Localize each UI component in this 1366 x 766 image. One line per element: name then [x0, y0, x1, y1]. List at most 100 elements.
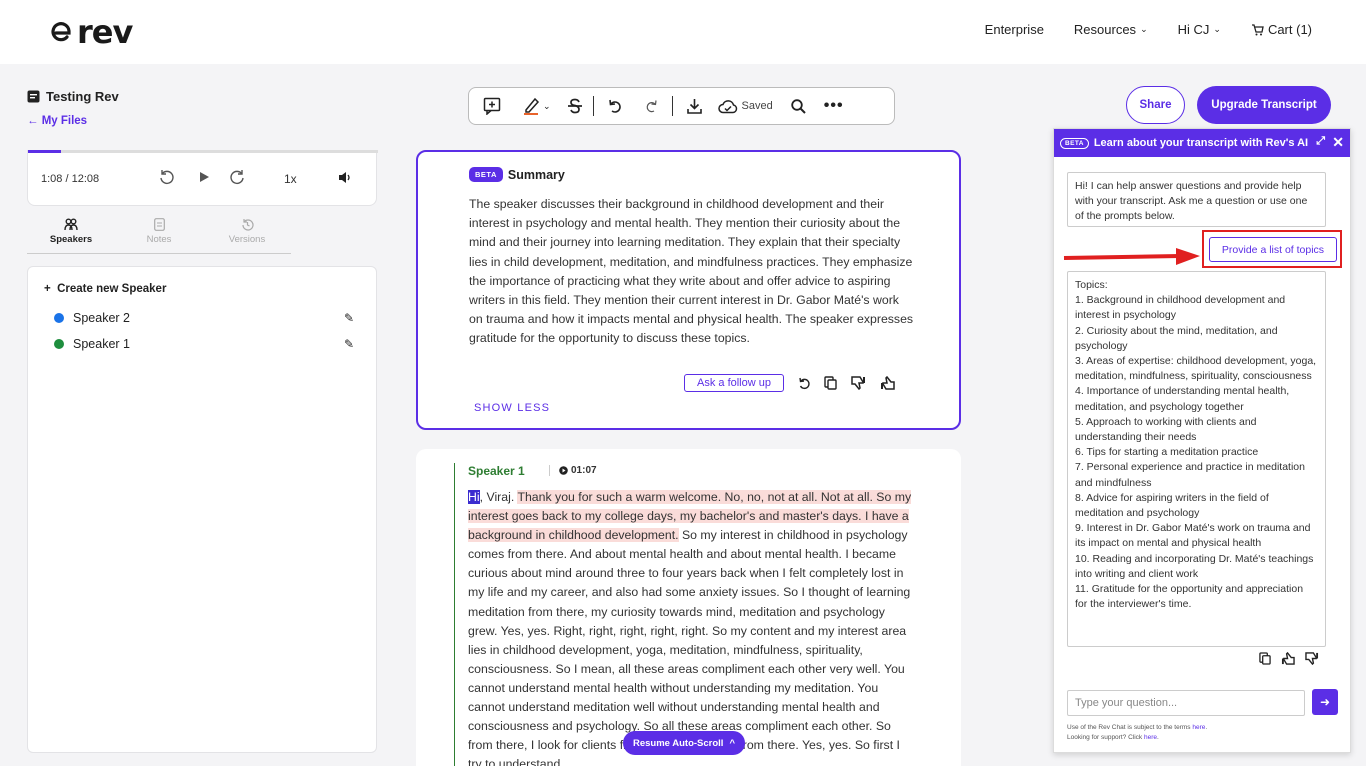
summary-card: BETA Summary The speaker discusses their…: [416, 150, 961, 430]
strikethrough-button[interactable]: [567, 94, 583, 118]
speaker-color-dot: [54, 313, 64, 323]
top-nav: Enterprise Resources ⌄ Hi CJ ⌄ Cart (1): [985, 22, 1312, 37]
tab-versions[interactable]: Versions: [203, 214, 291, 253]
cloud-check-icon: [717, 99, 737, 113]
topic-item: 2. Curiosity about the mind, meditation,…: [1075, 324, 1278, 352]
forward-button[interactable]: [228, 168, 246, 186]
thumbs-up-icon[interactable]: [880, 376, 895, 390]
close-icon[interactable]: ✕: [1332, 134, 1344, 151]
arrow-right-icon: ➜: [1319, 695, 1331, 709]
volume-button[interactable]: [338, 171, 352, 184]
share-button[interactable]: Share: [1126, 86, 1185, 124]
add-comment-button[interactable]: [483, 94, 501, 118]
highlight-button[interactable]: ⌄: [523, 94, 551, 118]
left-tabs: Speakers Notes Versions: [27, 214, 291, 254]
show-less-link[interactable]: SHOW LESS: [474, 402, 550, 414]
copy-icon[interactable]: [1259, 652, 1271, 665]
notes-icon: [153, 218, 165, 231]
history-icon: [241, 219, 254, 231]
regenerate-icon[interactable]: [798, 377, 810, 390]
rewind-button[interactable]: [158, 168, 176, 186]
undo-button[interactable]: [608, 94, 622, 118]
progress-track[interactable]: [28, 150, 378, 153]
selected-word[interactable]: Hi: [468, 490, 480, 504]
search-icon: [791, 98, 806, 114]
rev-logo[interactable]: rev: [49, 13, 133, 51]
nav-cart-label: Cart (1): [1267, 22, 1312, 37]
speaker-item[interactable]: Speaker 2 ✎: [54, 311, 354, 325]
plus-icon: +: [44, 283, 51, 295]
my-files-link[interactable]: ← My Files: [27, 115, 87, 127]
create-speaker-label: Create new Speaker: [57, 283, 167, 295]
ai-response: Topics: 1. Background in childhood devel…: [1067, 271, 1326, 647]
speaker-color-dot: [54, 339, 64, 349]
timestamp-divider: [549, 465, 550, 476]
send-button[interactable]: ➜: [1312, 689, 1338, 715]
pencil-icon[interactable]: ✎: [344, 311, 354, 325]
annotation-red-box: [1202, 230, 1342, 268]
undo-icon: [608, 99, 621, 113]
thumbs-down-icon[interactable]: [851, 376, 866, 390]
tab-speakers[interactable]: Speakers: [27, 214, 115, 253]
upgrade-transcript-button[interactable]: Upgrade Transcript: [1197, 86, 1331, 124]
tab-speakers-label: Speakers: [49, 234, 93, 245]
nav-cart[interactable]: Cart (1): [1251, 22, 1312, 37]
tab-versions-label: Versions: [228, 234, 266, 245]
chevron-up-icon: ^: [729, 737, 736, 749]
nav-resources[interactable]: Resources ⌄: [1074, 22, 1148, 37]
add-comment-icon: [483, 97, 501, 115]
annotation-red-arrow-icon: [1063, 248, 1200, 265]
response-title: Topics:: [1075, 279, 1108, 291]
progress-fill: [28, 150, 61, 153]
editor-toolbar: ⌄ Saved •••: [468, 87, 895, 125]
ai-beta-badge: BETA: [1060, 137, 1089, 149]
thumbs-down-icon[interactable]: [1305, 652, 1319, 665]
pencil-icon[interactable]: ✎: [344, 337, 354, 351]
topic-item: 4. Importance of understanding mental he…: [1075, 385, 1290, 413]
topic-item: 6. Tips for starting a meditation practi…: [1075, 446, 1259, 459]
copy-icon[interactable]: [824, 376, 837, 390]
cart-icon: [1251, 23, 1264, 35]
redo-button[interactable]: [646, 94, 658, 118]
summary-actions: Ask a follow up: [684, 374, 895, 392]
speaker-bar: [454, 463, 455, 766]
nav-enterprise[interactable]: Enterprise: [985, 22, 1044, 37]
chevron-down-icon: ⌄: [1213, 24, 1221, 34]
play-icon: [200, 172, 209, 182]
rewind-icon: [160, 170, 174, 184]
tab-notes[interactable]: Notes: [115, 214, 203, 253]
more-options-button[interactable]: •••: [824, 94, 844, 118]
question-input[interactable]: Type your question...: [1067, 690, 1305, 716]
search-button[interactable]: [791, 94, 806, 118]
create-speaker-button[interactable]: + Create new Speaker: [44, 283, 166, 295]
response-actions: [1259, 652, 1319, 665]
logo-text: rev: [77, 13, 133, 51]
transcript-speaker-name[interactable]: Speaker 1: [468, 464, 525, 478]
thumbs-up-icon[interactable]: [1281, 652, 1295, 665]
playback-speed[interactable]: 1x: [284, 172, 297, 186]
topic-item: 10. Reading and incorporating Dr. Maté's…: [1075, 552, 1314, 580]
summary-header: BETA Summary: [469, 167, 565, 182]
expand-icon[interactable]: ⤢: [1316, 135, 1325, 148]
ask-follow-up-button[interactable]: Ask a follow up: [684, 374, 784, 392]
rev-logo-mark-icon: [51, 22, 71, 42]
terms-link[interactable]: here: [1192, 724, 1205, 731]
speaker-item[interactable]: Speaker 1 ✎: [54, 337, 354, 351]
download-button[interactable]: [686, 94, 702, 118]
transcript-text[interactable]: Hi, Viraj. Thank you for such a warm wel…: [468, 488, 916, 766]
topic-item: 8. Advice for aspiring writers in the fi…: [1075, 491, 1269, 520]
nav-user-menu[interactable]: Hi CJ ⌄: [1178, 22, 1221, 37]
resume-auto-scroll-button[interactable]: Resume Auto-Scroll ^: [623, 731, 746, 755]
terms-text: Use of the Rev Chat is subject to the te…: [1067, 724, 1193, 731]
resume-label: Resume Auto-Scroll: [633, 737, 724, 749]
play-circle-icon: [559, 466, 568, 475]
people-icon: [64, 218, 78, 231]
transcript-timestamp[interactable]: 01:07: [549, 465, 597, 476]
nav-user-label: Hi CJ: [1177, 22, 1210, 37]
tab-notes-label: Notes: [146, 234, 172, 245]
support-link[interactable]: here: [1144, 734, 1157, 741]
ai-greeting-message: Hi! I can help answer questions and prov…: [1067, 172, 1326, 227]
more-icon: •••: [823, 97, 844, 114]
support-text: Looking for support? Click: [1067, 734, 1144, 741]
play-button[interactable]: [198, 171, 210, 183]
